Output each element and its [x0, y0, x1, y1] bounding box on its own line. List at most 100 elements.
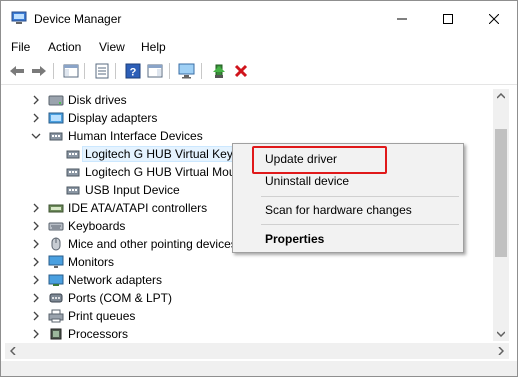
- maximize-icon: [443, 14, 453, 24]
- update-driver-button[interactable]: [209, 61, 229, 81]
- toolbar: ?: [1, 58, 517, 85]
- context-menu-item-label: Scan for hardware changes: [265, 203, 412, 217]
- tree-item-label: Print queues: [68, 309, 136, 323]
- ide-controller-icon: [48, 204, 64, 213]
- chevron-right-icon[interactable]: [31, 202, 41, 214]
- console-tree-icon: [63, 64, 79, 78]
- tree-category-item[interactable]: Disk drives: [5, 91, 493, 109]
- context-menu-item-label: Properties: [265, 232, 325, 246]
- port-icon: [49, 293, 63, 303]
- tree-category-item[interactable]: Ports (COM & LPT): [5, 289, 493, 307]
- scrollbar-thumb[interactable]: [495, 129, 507, 257]
- toolbar-separator: [169, 63, 170, 79]
- properties-icon: [95, 63, 109, 79]
- hid-icon: [66, 168, 80, 177]
- status-bar: [1, 361, 517, 376]
- chevron-right-icon[interactable]: [31, 274, 41, 286]
- tree-item-label: Processors: [68, 327, 129, 341]
- properties-button[interactable]: [92, 61, 112, 81]
- window-title: Device Manager: [34, 12, 122, 26]
- hid-icon: [66, 150, 80, 159]
- chevron-right-icon[interactable]: [31, 310, 41, 322]
- scroll-right-icon[interactable]: [498, 347, 504, 355]
- chevron-down-icon[interactable]: [31, 130, 41, 142]
- update-driver-highlight-box: [252, 146, 387, 174]
- title-bar[interactable]: Device Manager: [1, 1, 517, 37]
- menu-action[interactable]: Action: [48, 40, 81, 54]
- tree-category-item[interactable]: Display adapters: [5, 109, 493, 127]
- toolbar-separator: [53, 63, 54, 79]
- context-menu-scan-hardware[interactable]: Scan for hardware changes: [233, 199, 463, 221]
- chevron-right-icon[interactable]: [31, 220, 41, 232]
- forward-button[interactable]: [29, 61, 49, 81]
- menu-bar: File Action View Help: [1, 37, 517, 57]
- keyboard-icon: [48, 222, 64, 231]
- forward-arrow-icon: [32, 66, 46, 76]
- tree-item-label: Logitech G HUB Virtual Mouse: [85, 165, 249, 179]
- tree-item-label: Ports (COM & LPT): [68, 291, 173, 305]
- tree-category-item[interactable]: Print queues: [5, 307, 493, 325]
- toolbar-separator: [115, 63, 116, 79]
- context-menu-item-label: Uninstall device: [265, 174, 350, 188]
- tree-item-label: Keyboards: [68, 219, 126, 233]
- chevron-right-icon[interactable]: [31, 238, 41, 250]
- help-icon: ?: [125, 63, 141, 79]
- toolbar-separator: [201, 63, 202, 79]
- maximize-button[interactable]: [425, 1, 471, 37]
- scan-hardware-button[interactable]: [177, 61, 197, 81]
- menu-view[interactable]: View: [99, 40, 125, 54]
- disk-drive-icon: [48, 95, 64, 106]
- scroll-up-icon[interactable]: [497, 93, 505, 99]
- tree-item-label: Mice and other pointing devices: [68, 237, 237, 251]
- tree-category-item[interactable]: Monitors: [5, 253, 493, 271]
- toolbar-separator: [84, 63, 85, 79]
- menu-file[interactable]: File: [11, 40, 30, 54]
- tree-category-item[interactable]: Network adapters: [5, 271, 493, 289]
- hid-icon: [49, 132, 63, 141]
- scroll-down-icon[interactable]: [497, 331, 505, 337]
- menu-help[interactable]: Help: [141, 40, 166, 54]
- tree-category-item[interactable]: Processors: [5, 325, 493, 341]
- tree-item-label: USB Input Device: [85, 183, 180, 197]
- context-menu-separator: [261, 196, 459, 197]
- network-adapter-icon: [48, 274, 64, 286]
- chevron-right-icon[interactable]: [31, 94, 41, 106]
- action-pane-icon: [147, 64, 163, 78]
- tree-item-label: Monitors: [68, 255, 115, 269]
- minimize-button[interactable]: [379, 1, 425, 37]
- close-icon: [489, 14, 499, 24]
- help-button[interactable]: ?: [123, 61, 143, 81]
- uninstall-device-button[interactable]: [231, 61, 251, 81]
- printer-icon: [48, 309, 64, 323]
- tree-item-label: Network adapters: [68, 273, 163, 287]
- chevron-right-icon[interactable]: [31, 256, 41, 268]
- horizontal-scrollbar[interactable]: [5, 343, 509, 359]
- scan-monitor-icon: [178, 63, 195, 79]
- tree-item-label: Disk drives: [68, 93, 127, 107]
- monitor-icon: [48, 255, 64, 268]
- tree-item-label: IDE ATA/ATAPI controllers: [68, 201, 208, 215]
- close-button[interactable]: [471, 1, 517, 37]
- mouse-icon: [51, 237, 61, 251]
- scroll-left-icon[interactable]: [10, 347, 16, 355]
- back-arrow-icon: [10, 66, 24, 76]
- action-pane-button[interactable]: [145, 61, 165, 81]
- red-x-icon: [234, 64, 248, 78]
- back-button[interactable]: [7, 61, 27, 81]
- hid-icon: [66, 186, 80, 195]
- tree-item-label: Display adapters: [68, 111, 158, 125]
- processor-icon: [50, 328, 62, 340]
- context-menu-properties[interactable]: Properties: [233, 228, 463, 250]
- minimize-icon: [397, 18, 407, 20]
- chevron-right-icon[interactable]: [31, 292, 41, 304]
- chevron-right-icon[interactable]: [31, 328, 41, 340]
- vertical-scrollbar[interactable]: [493, 89, 509, 341]
- context-menu-separator: [261, 224, 459, 225]
- device-manager-icon: [11, 11, 27, 24]
- display-adapter-icon: [48, 112, 64, 124]
- chevron-right-icon[interactable]: [31, 112, 41, 124]
- update-driver-icon: [213, 64, 225, 78]
- svg-text:?: ?: [130, 67, 137, 79]
- show-hide-console-tree-button[interactable]: [61, 61, 81, 81]
- tree-item-label: Human Interface Devices: [68, 129, 203, 143]
